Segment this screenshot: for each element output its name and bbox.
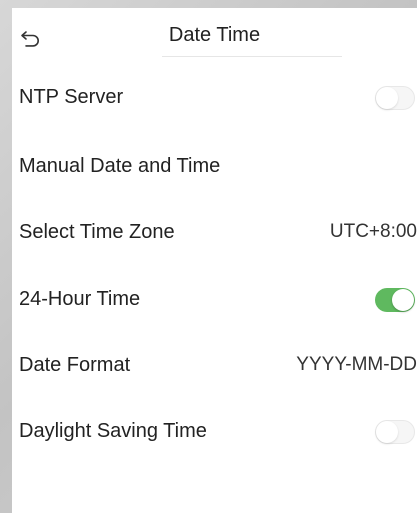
toggle-knob	[376, 421, 398, 443]
setting-label-ntp-server: NTP Server	[19, 86, 124, 108]
device-screen: Date Time NTP Server Manual Date and Tim…	[12, 8, 417, 513]
setting-row-24-hour-time[interactable]: 24-Hour Time	[12, 276, 417, 322]
setting-row-time-zone[interactable]: Select Time Zone UTC+8:00	[12, 209, 417, 255]
page-title: Date Time	[168, 24, 261, 46]
setting-row-manual-date-time[interactable]: Manual Date and Time	[12, 143, 417, 189]
toggle-knob	[376, 87, 398, 109]
setting-row-ntp-server[interactable]: NTP Server	[12, 74, 417, 120]
setting-row-daylight-saving[interactable]: Daylight Saving Time	[12, 408, 417, 454]
back-arrow-icon[interactable]	[20, 28, 42, 48]
setting-label-manual-date-time: Manual Date and Time	[19, 155, 221, 177]
setting-row-date-format[interactable]: Date Format YYYY-MM-DD	[12, 342, 417, 388]
toggle-knob	[392, 289, 414, 311]
time-zone-value: UTC+8:00	[329, 221, 417, 242]
header-divider	[162, 56, 342, 57]
setting-label-24-hour-time: 24-Hour Time	[19, 288, 141, 310]
setting-label-date-format: Date Format	[19, 354, 131, 376]
ntp-server-toggle[interactable]	[375, 86, 415, 110]
24-hour-time-toggle[interactable]	[375, 288, 415, 312]
header-bar: Date Time	[12, 8, 417, 60]
setting-label-daylight-saving: Daylight Saving Time	[19, 420, 207, 442]
date-format-value: YYYY-MM-DD	[296, 354, 417, 375]
daylight-saving-toggle[interactable]	[375, 420, 415, 444]
setting-label-time-zone: Select Time Zone	[19, 221, 175, 243]
